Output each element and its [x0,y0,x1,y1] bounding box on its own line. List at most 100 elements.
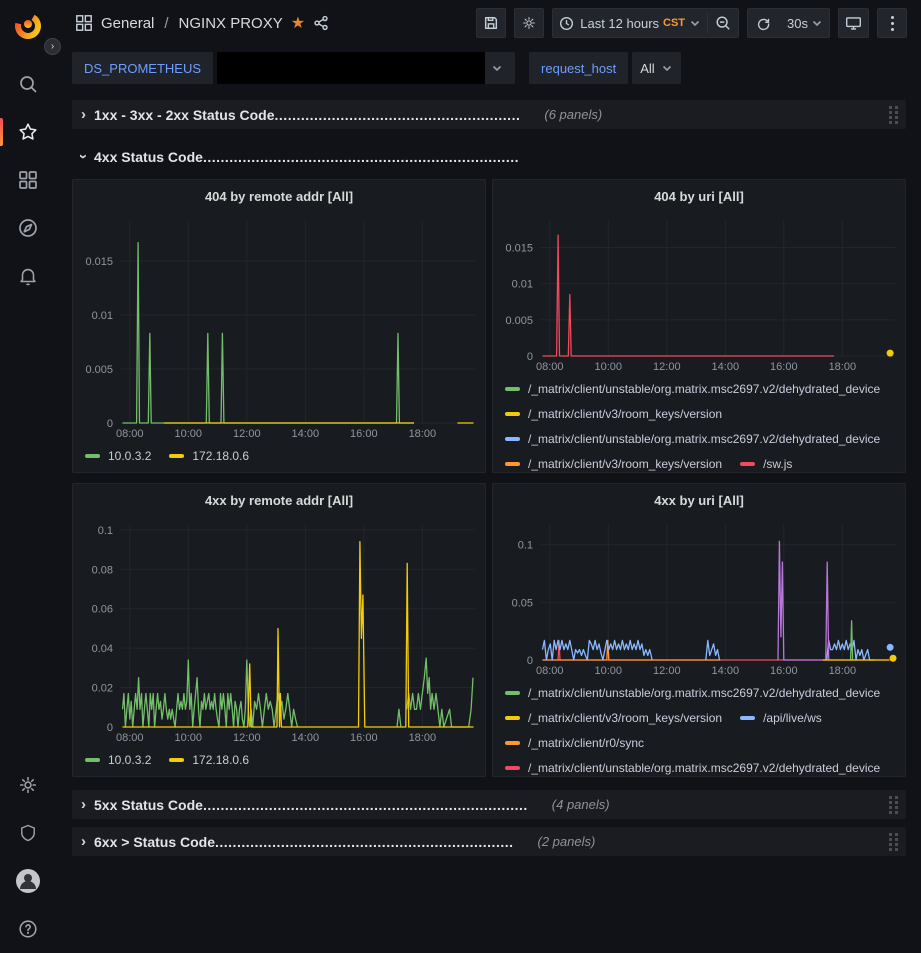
share-icon[interactable] [313,15,329,31]
panel-title[interactable]: 404 by remote addr [All] [73,180,485,214]
svg-text:08:00: 08:00 [116,732,144,744]
refresh-interval-picker[interactable]: 30s [778,9,829,37]
clock-icon [559,16,574,31]
row-drag-handle[interactable] [889,833,898,851]
variable-label[interactable]: DS_PROMETHEUS [72,52,213,84]
legend-swatch [505,716,520,720]
legend-item[interactable]: 172.18.0.6 [169,749,249,770]
favorite-star-icon[interactable]: ★ [291,13,305,33]
sidebar-item-configuration[interactable] [0,761,55,809]
svg-text:18:00: 18:00 [829,665,857,677]
svg-text:10:00: 10:00 [595,665,623,677]
panel-4xx-by-remote-addr: 4xx by remote addr [All] 08:0010:0012:00… [72,483,486,777]
svg-text:14:00: 14:00 [292,732,320,744]
breadcrumb-separator: / [164,15,168,32]
legend-swatch [740,716,755,720]
refresh-button[interactable] [748,9,778,37]
row-5xx[interactable]: › 5xx Status Code ......................… [72,790,906,819]
legend-item[interactable]: /_matrix/client/unstable/org.matrix.msc2… [505,428,880,449]
svg-text:10:00: 10:00 [175,732,203,744]
legend-item[interactable]: 172.18.0.6 [169,445,249,466]
row-drag-handle[interactable] [889,796,898,814]
row-4xx[interactable]: › 4xx Status Code ......................… [72,142,906,171]
sidebar-item-explore[interactable] [0,204,55,252]
time-range-picker[interactable]: Last 12 hours CST [553,9,707,37]
legend-label: 10.0.3.2 [108,449,151,463]
sidebar-item-help[interactable] [0,905,55,953]
variable-value-dropdown[interactable] [217,52,515,84]
svg-text:0.05: 0.05 [512,597,533,609]
legend-item[interactable]: /_matrix/client/v3/room_keys/version [505,453,722,473]
svg-text:0: 0 [107,418,113,430]
cycle-view-mode-button[interactable] [838,8,869,38]
dashboard-settings-button[interactable] [514,8,544,38]
svg-text:08:00: 08:00 [116,428,144,440]
row-title-dots: ........................................… [203,149,519,165]
timeseries-chart: 08:0010:0012:0014:0016:0018:0000.050.1 [493,518,905,678]
breadcrumb-section[interactable]: General [101,15,154,32]
shield-icon [18,822,38,844]
variables-bar: DS_PROMETHEUS request_host All [55,46,921,94]
svg-text:0.01: 0.01 [512,279,533,291]
more-options-button[interactable] [877,8,907,38]
variable-value-dropdown[interactable]: All [632,52,680,84]
svg-text:0: 0 [527,655,533,667]
sidebar-item-search[interactable] [0,60,55,108]
sidebar-item-server-admin[interactable] [0,809,55,857]
row-1xx-3xx-2xx[interactable]: › 1xx - 3xx - 2xx Status Code ..........… [72,100,906,129]
sidebar-item-profile[interactable] [0,857,55,905]
panel-title[interactable]: 404 by uri [All] [493,180,905,214]
panel-plot[interactable]: 08:0010:0012:0014:0016:0018:0000.020.040… [73,518,485,745]
legend-label: /_matrix/client/unstable/org.matrix.msc2… [528,432,880,446]
dashboard-header: General / NGINX PROXY ★ [55,0,921,46]
row-collapse-chevron: › [81,796,86,813]
gear-icon [17,774,39,796]
legend-item[interactable]: /_matrix/client/v3/room_keys/version [505,707,722,728]
panel-plot[interactable]: 08:0010:0012:0014:0016:0018:0000.0050.01… [73,214,485,441]
panel-grid: 404 by remote addr [All] 08:0010:0012:00… [72,179,906,777]
redacted-value [217,52,485,84]
sidebar-expand-button[interactable]: › [44,38,61,55]
sidebar-item-dashboards[interactable] [0,156,55,204]
svg-text:0.06: 0.06 [92,604,113,616]
legend-label: /_matrix/client/v3/room_keys/version [528,457,722,471]
legend-label: /api/live/ws [763,711,822,725]
sidebar-item-starred[interactable] [0,108,55,156]
legend-item[interactable]: /_matrix/client/r0/sync [505,732,644,753]
dashboard-body: › 1xx - 3xx - 2xx Status Code ..........… [55,100,921,856]
legend-label: /_matrix/client/unstable/org.matrix.msc2… [528,761,880,775]
legend-item[interactable]: /_matrix/client/unstable/org.matrix.msc2… [505,757,880,777]
zoom-out-time-button[interactable] [708,9,738,37]
svg-text:0.005: 0.005 [505,315,533,327]
monitor-icon [845,15,862,31]
row-title: 6xx > Status Code [94,834,215,850]
help-icon [17,918,39,940]
legend-label: 172.18.0.6 [192,753,249,767]
legend-item[interactable]: /sw.js [740,453,792,473]
sidebar-item-alerting[interactable] [0,252,55,300]
legend-swatch [505,387,520,391]
svg-text:16:00: 16:00 [350,732,378,744]
legend-item[interactable]: 10.0.3.2 [85,749,151,770]
svg-text:0.01: 0.01 [92,310,113,322]
legend-label: 172.18.0.6 [192,449,249,463]
svg-text:0.1: 0.1 [98,525,113,537]
legend-item[interactable]: /_matrix/client/unstable/org.matrix.msc2… [505,378,880,399]
panel-title[interactable]: 4xx by uri [All] [493,484,905,518]
legend-item[interactable]: /_matrix/client/v3/room_keys/version [505,403,722,424]
variable-label[interactable]: request_host [529,52,628,84]
grafana-logo[interactable] [8,6,48,46]
panel-plot[interactable]: 08:0010:0012:0014:0016:0018:0000.050.1 [493,518,905,678]
panel-title[interactable]: 4xx by remote addr [All] [73,484,485,518]
legend-swatch [505,437,520,441]
timeseries-chart: 08:0010:0012:0014:0016:0018:0000.0050.01… [493,214,905,374]
legend-item[interactable]: /api/live/ws [740,707,822,728]
legend-item[interactable]: /_matrix/client/unstable/org.matrix.msc2… [505,682,880,703]
panel-plot[interactable]: 08:0010:0012:0014:0016:0018:0000.0050.01… [493,214,905,374]
legend-item[interactable]: 10.0.3.2 [85,445,151,466]
row-drag-handle[interactable] [889,106,898,124]
variable-ds-prometheus: DS_PROMETHEUS [72,52,515,84]
row-6xx[interactable]: › 6xx > Status Code ....................… [72,827,906,856]
save-dashboard-button[interactable] [476,8,506,38]
row-expand-chevron: › [75,154,92,159]
